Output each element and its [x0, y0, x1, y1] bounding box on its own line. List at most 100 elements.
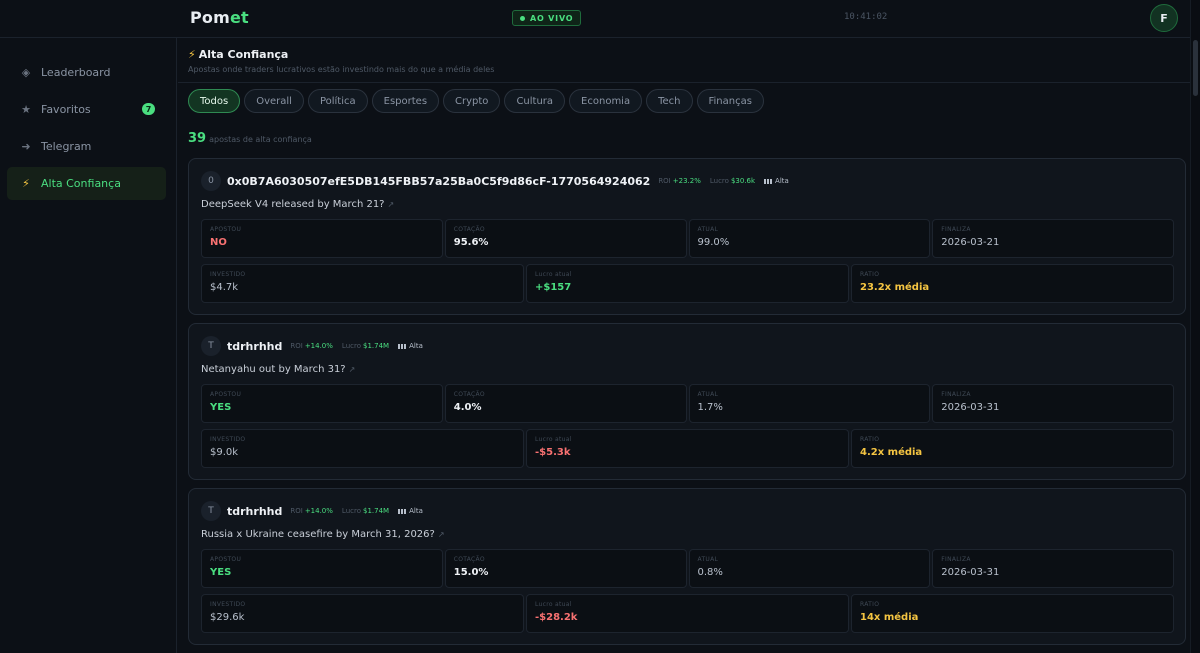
confidence-badge: Alta	[764, 177, 789, 185]
investido-value: $4.7k	[210, 282, 239, 293]
sidebar: ◈ Leaderboard ★ Favoritos 7 ➜ Telegram ⚡…	[0, 38, 177, 653]
trader-name[interactable]: 0x0B7A6030507efE5DB145FBB57a25Ba0C5f9d86…	[227, 175, 650, 188]
user-avatar[interactable]: F	[1150, 4, 1178, 32]
header-divider	[178, 82, 1190, 83]
sidebar-item-label: Telegram	[41, 140, 92, 153]
finaliza-value: 2026-03-31	[941, 567, 1000, 578]
bet-details-row: APOSTOU YES COTAÇÃO 4.0% ATUAL 1.7% FINALIZ…	[201, 384, 1174, 423]
atual-value: 1.7%	[697, 402, 723, 413]
bet-card[interactable]: T tdrhrhhd ROI +14.0% Lucro $1.74M Alta …	[188, 323, 1186, 480]
filter-tech[interactable]: Tech	[646, 89, 693, 113]
sidebar-item-telegram[interactable]: ➜ Telegram	[7, 130, 166, 163]
investido-cell: INVESTIDO $4.7k	[201, 264, 524, 303]
sidebar-item-favoritos[interactable]: ★ Favoritos 7	[7, 93, 166, 126]
finaliza-cell: FINALIZA 2026-03-21	[932, 219, 1174, 258]
finaliza-cell: FINALIZA 2026-03-31	[932, 384, 1174, 423]
cotacao-value: 95.6%	[453, 237, 489, 248]
filter-economia[interactable]: Economia	[569, 89, 643, 113]
live-dot-icon	[520, 15, 525, 21]
star-icon: ★	[21, 103, 31, 116]
lucro-atual-value: +$157	[535, 282, 572, 293]
filter-politica[interactable]: Política	[307, 89, 368, 113]
trader-avatar: T	[201, 501, 221, 521]
cotacao-cell: COTAÇÃO 95.6%	[444, 219, 687, 258]
lucro-atual-cell: Lucro atual -$5.3k	[526, 429, 849, 468]
profit-label: Lucro	[709, 177, 729, 185]
market-question[interactable]: DeepSeek V4 released by March 21? ↗	[201, 199, 394, 210]
sidebar-item-alta-confianca[interactable]: ⚡ Alta Confiança	[7, 167, 166, 200]
apostou-cell: APOSTOU YES	[201, 384, 443, 423]
card-header: 0 0x0B7A6030507efE5DB145FBB57a25Ba0C5f9d…	[201, 171, 789, 191]
filter-cultura[interactable]: Cultura	[504, 89, 566, 113]
apostou-cell: APOSTOU YES	[201, 549, 443, 588]
ratio-cell: RATIO 23.2x média	[851, 264, 1174, 303]
profit-value: $1.74M	[363, 342, 390, 350]
lucro-atual-cell: Lucro atual +$157	[526, 264, 849, 303]
category-filters: Todos Overall Política Esportes Crypto C…	[188, 89, 764, 113]
diamond-icon: ◈	[21, 66, 31, 79]
scrollbar-thumb[interactable]	[1193, 40, 1198, 96]
investido-value: $9.0k	[210, 447, 239, 458]
signal-bars-icon	[764, 178, 773, 184]
signal-bars-icon	[398, 508, 407, 514]
cotacao-value: 15.0%	[453, 567, 489, 578]
bet-card[interactable]: 0 0x0B7A6030507efE5DB145FBB57a25Ba0C5f9d…	[188, 158, 1186, 315]
filter-financas[interactable]: Finanças	[696, 89, 764, 113]
results-count: 39 apostas de alta confiança	[188, 131, 312, 146]
investido-value: $29.6k	[210, 612, 245, 623]
external-link-icon[interactable]: ↗	[388, 200, 395, 209]
page-subtitle: Apostas onde traders lucrativos estão in…	[188, 65, 495, 74]
sidebar-item-label: Favoritos	[41, 103, 91, 116]
ratio-value: 23.2x média	[860, 282, 930, 293]
lucro-atual-value: -$5.3k	[535, 447, 571, 458]
ratio-value: 4.2x média	[860, 447, 923, 458]
market-question[interactable]: Netanyahu out by March 31? ↗	[201, 364, 355, 375]
investido-cell: INVESTIDO $29.6k	[201, 594, 524, 633]
card-header: T tdrhrhhd ROI +14.0% Lucro $1.74M Alta	[201, 501, 423, 521]
filter-todos[interactable]: Todos	[188, 89, 241, 113]
trader-avatar: 0	[201, 171, 221, 191]
cotacao-cell: COTAÇÃO 4.0%	[444, 384, 687, 423]
app-logo[interactable]: Pomet	[190, 8, 249, 27]
bet-results-row: INVESTIDO $29.6k Lucro atual -$28.2k RATIO…	[201, 594, 1174, 633]
lightning-icon: ⚡	[22, 177, 30, 190]
confidence-badge: Alta	[398, 507, 423, 515]
profit-value: $30.6k	[730, 177, 756, 185]
ratio-value: 14x média	[860, 612, 919, 623]
results-count-label: apostas de alta confiança	[209, 135, 312, 144]
lucro-atual-value: -$28.2k	[535, 612, 578, 623]
top-bar: Pomet AO VIVO 10:41:02 F	[0, 0, 1190, 38]
investido-cell: INVESTIDO $9.0k	[201, 429, 524, 468]
filter-esportes[interactable]: Esportes	[371, 89, 440, 113]
bet-card[interactable]: T tdrhrhhd ROI +14.0% Lucro $1.74M Alta …	[188, 488, 1186, 645]
roi-value: +23.2%	[672, 177, 701, 185]
sidebar-item-label: Leaderboard	[41, 66, 111, 79]
page-title: ⚡ Alta Confiança	[188, 48, 289, 61]
apostou-value: YES	[210, 402, 232, 413]
atual-cell: ATUAL 1.7%	[688, 384, 931, 423]
atual-value: 0.8%	[697, 567, 723, 578]
roi-label: ROI	[290, 342, 303, 350]
bet-details-row: APOSTOU YES COTAÇÃO 15.0% ATUAL 0.8% FINALI…	[201, 549, 1174, 588]
profit-label: Lucro	[341, 507, 361, 515]
sidebar-item-label: Alta Confiança	[41, 177, 121, 190]
sidebar-item-leaderboard[interactable]: ◈ Leaderboard	[7, 56, 166, 89]
favorites-count-badge: 7	[142, 103, 155, 115]
finaliza-value: 2026-03-21	[941, 237, 1000, 248]
market-question[interactable]: Russia x Ukraine ceasefire by March 31, …	[201, 529, 445, 540]
filter-crypto[interactable]: Crypto	[443, 89, 501, 113]
scrollbar-track[interactable]	[1190, 0, 1200, 653]
finaliza-value: 2026-03-31	[941, 402, 1000, 413]
bet-results-row: INVESTIDO $4.7k Lucro atual +$157 RATIO 23.…	[201, 264, 1174, 303]
filter-overall[interactable]: Overall	[244, 89, 304, 113]
trader-name[interactable]: tdrhrhhd	[227, 340, 282, 353]
confidence-badge: Alta	[398, 342, 423, 350]
trader-name[interactable]: tdrhrhhd	[227, 505, 282, 518]
external-link-icon[interactable]: ↗	[349, 365, 356, 374]
signal-bars-icon	[398, 343, 407, 349]
roi-value: +14.0%	[304, 507, 333, 515]
live-badge: AO VIVO	[512, 10, 582, 26]
apostou-value: YES	[210, 567, 232, 578]
external-link-icon[interactable]: ↗	[438, 530, 445, 539]
page-header: ⚡ Alta Confiança Apostas onde traders luc…	[188, 48, 494, 74]
